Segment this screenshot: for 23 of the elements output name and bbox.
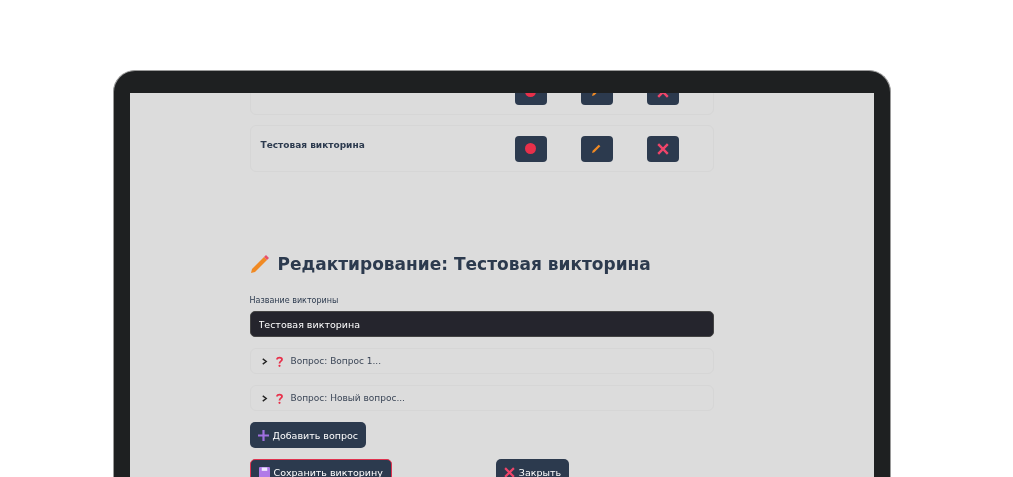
floppy-icon — [258, 466, 270, 477]
quiz-title: Тестовая викторина — [260, 139, 366, 150]
field-label: Название викторины — [249, 296, 340, 305]
question-item[interactable]: Вопрос: Вопрос 1... — [249, 348, 714, 374]
close-icon — [503, 466, 515, 477]
edit-button[interactable] — [580, 135, 613, 162]
dot-icon — [525, 143, 536, 154]
question-mark-icon — [275, 355, 283, 367]
plus-icon — [257, 429, 269, 441]
question-mark-icon — [275, 392, 283, 404]
close-button[interactable]: Закрыть — [495, 459, 570, 477]
question-label: Вопрос: Вопрос 1... — [290, 356, 382, 366]
editor-heading: Редактирование: Тестовая викторина — [277, 254, 651, 274]
record-button[interactable] — [514, 135, 547, 162]
save-button[interactable]: Сохранить викторину — [249, 459, 392, 477]
question-item[interactable]: Вопрос: Новый вопрос... — [249, 385, 714, 411]
pencil-icon — [591, 143, 602, 154]
pencil-icon — [249, 254, 270, 274]
close-icon — [656, 142, 669, 155]
delete-button[interactable] — [646, 135, 679, 162]
question-label: Вопрос: Новый вопрос... — [290, 393, 405, 403]
add-question-button[interactable]: Добавить вопрос — [249, 422, 367, 448]
quiz-name-field[interactable]: Тестовая викторина — [249, 311, 714, 337]
